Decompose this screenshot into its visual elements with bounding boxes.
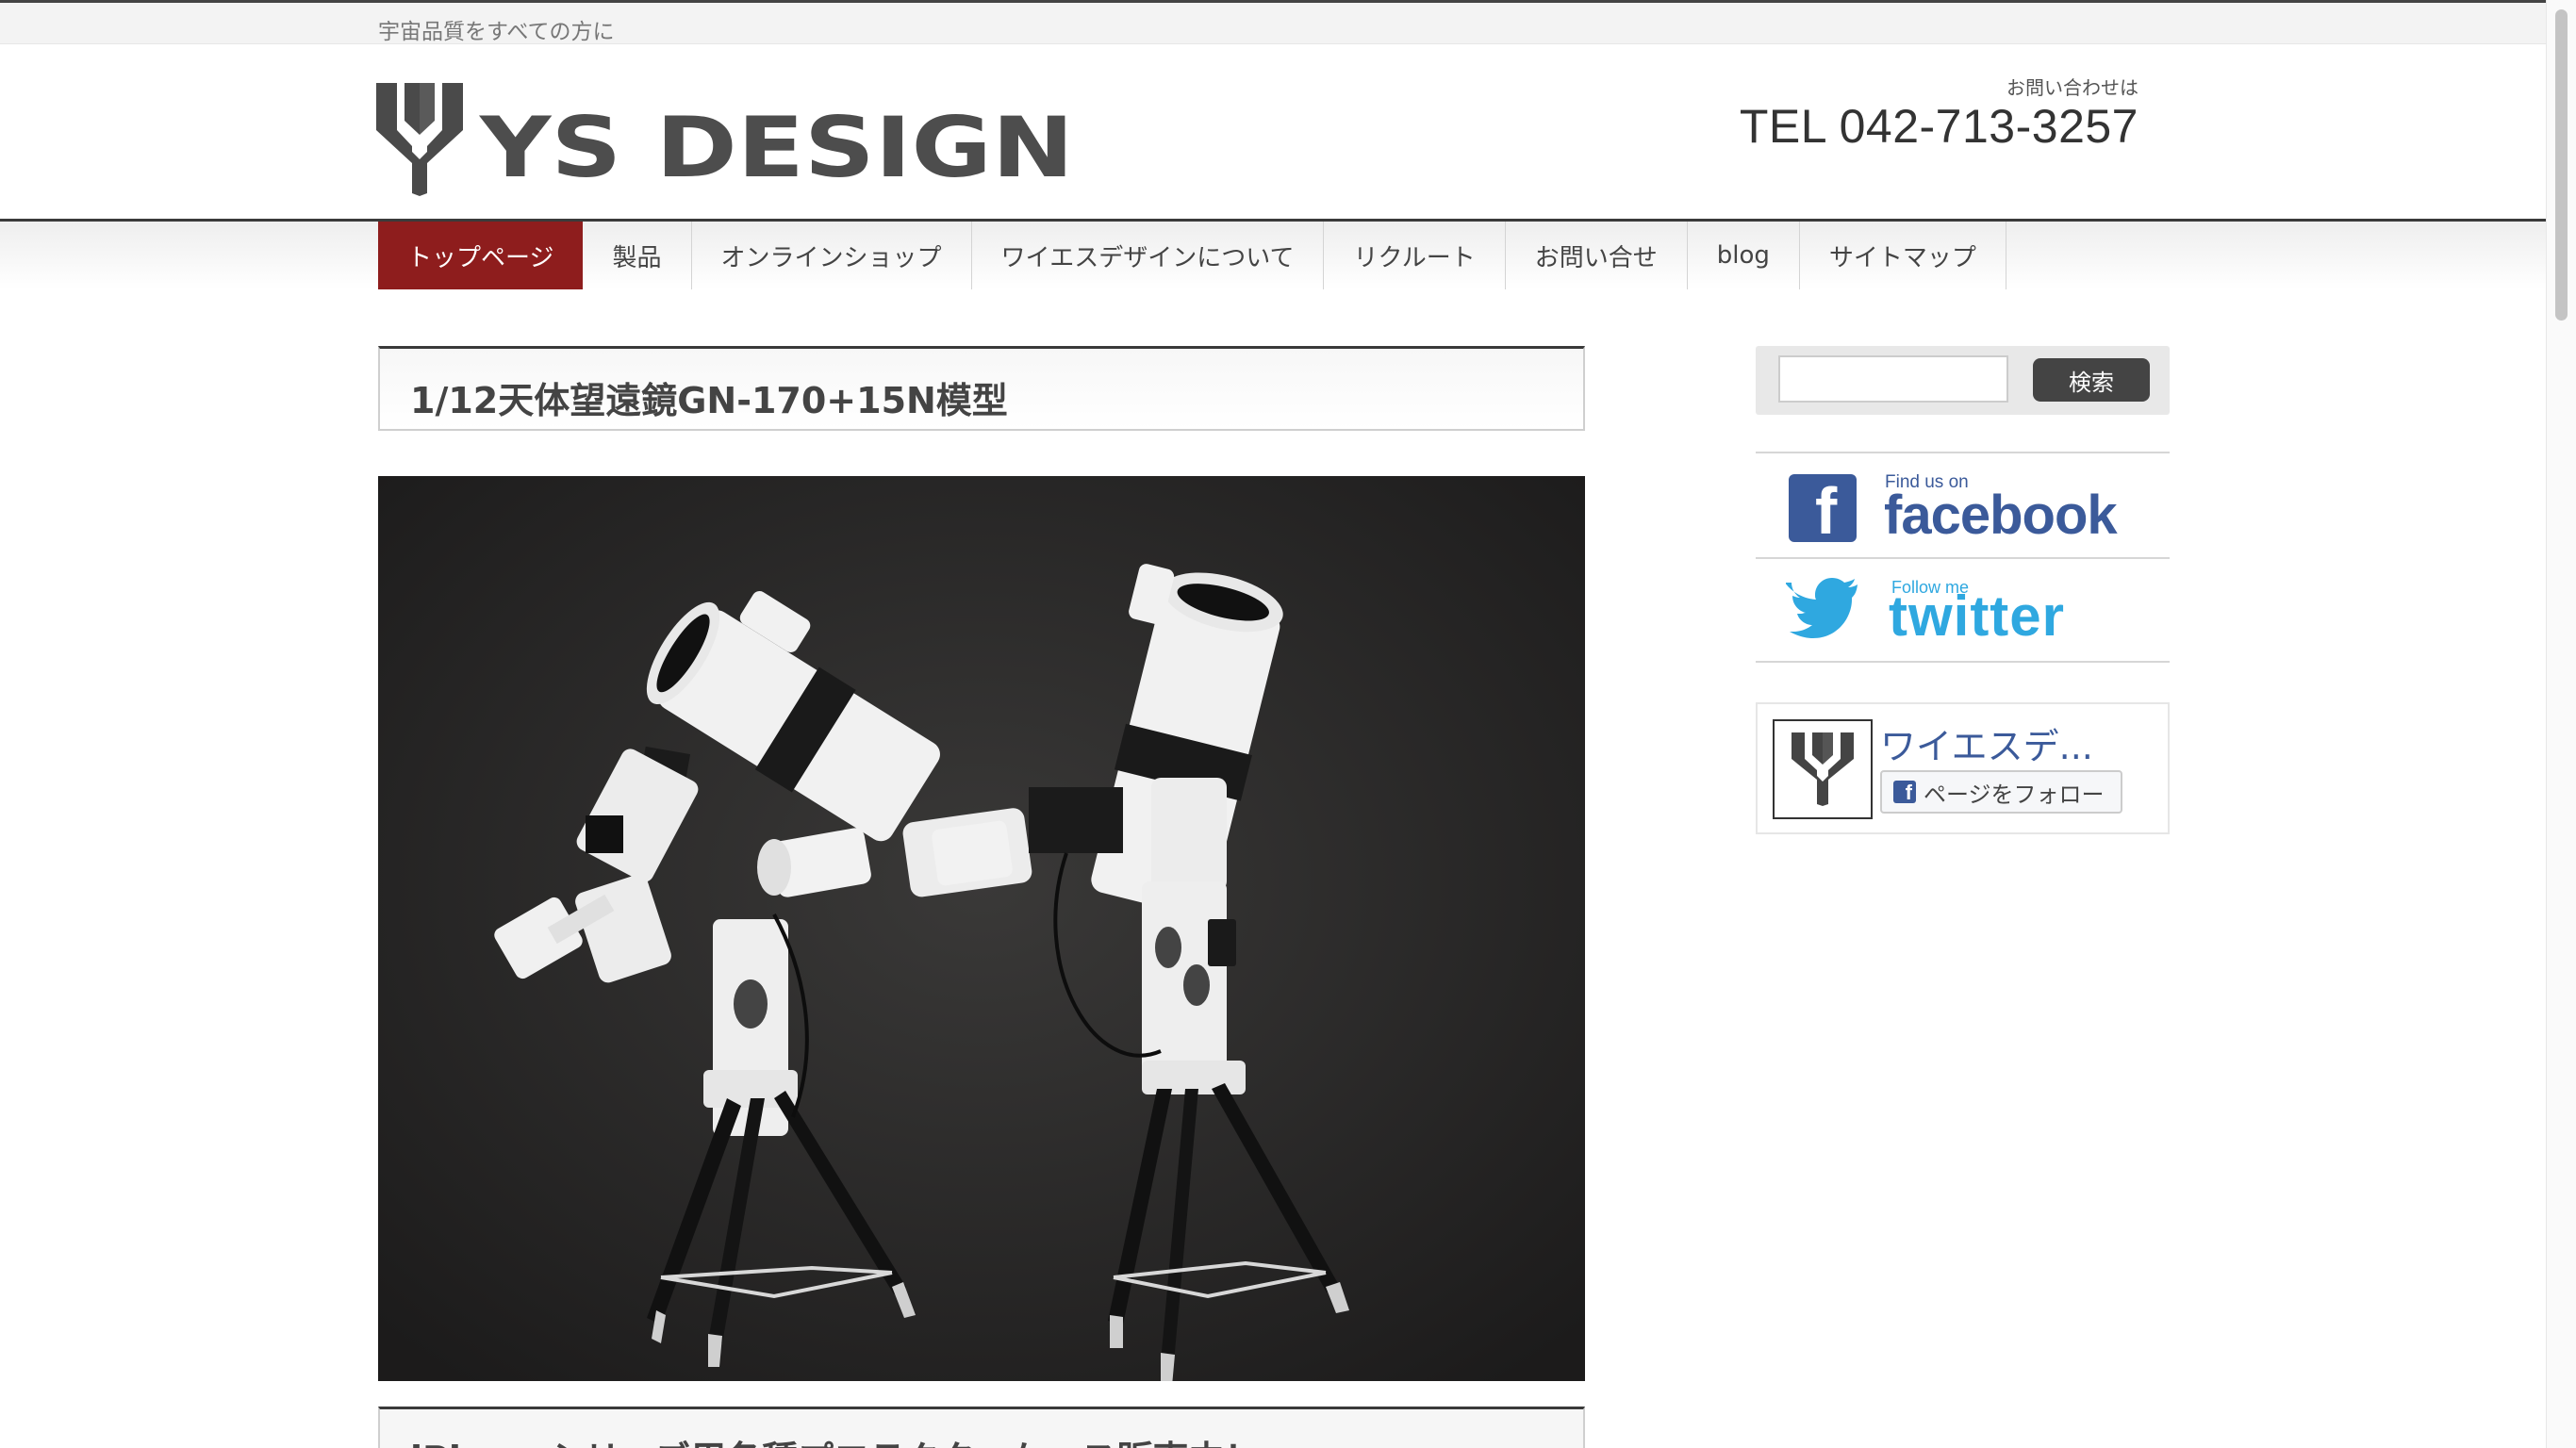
logo-text: YS DESIGN	[479, 99, 1074, 196]
nav-item-products[interactable]: 製品	[583, 222, 692, 289]
search-button[interactable]: 検索	[2033, 358, 2150, 402]
fb-follow-button[interactable]: f ページをフォロー	[1880, 770, 2122, 814]
next-post-title[interactable]: iPhoneシリーズ用各種プロテクターケース販売中！	[410, 1430, 1261, 1448]
facebook-f-icon: f	[1789, 474, 1857, 544]
phone-number[interactable]: TEL 042-713-3257	[1740, 99, 2138, 154]
site-header: YS DESIGN お問い合わせは TEL 042-713-3257	[0, 44, 2546, 222]
facebook-mini-icon: f	[1893, 781, 1916, 803]
site-tagline: 宇宙品質をすべての方に	[378, 20, 615, 44]
nav-item-online-shop[interactable]: オンラインショップ	[692, 222, 972, 289]
nav-item-about[interactable]: ワイエスデザインについて	[972, 222, 1325, 289]
next-post-title-box: iPhoneシリーズ用各種プロテクターケース販売中！	[378, 1407, 1585, 1448]
nav-item-recruit[interactable]: リクルート	[1324, 222, 1506, 289]
facebook-banner[interactable]: f Find us on facebook	[1756, 452, 2170, 557]
main-nav: トップページ 製品 オンラインショップ ワイエスデザインについて リクルート お…	[0, 222, 2546, 289]
post-title[interactable]: 1/12天体望遠鏡GN-170+15N模型	[410, 371, 1008, 423]
search-input[interactable]	[1778, 355, 2008, 403]
nav-item-contact[interactable]: お問い合せ	[1506, 222, 1688, 289]
scrollbar[interactable]	[2546, 0, 2576, 1448]
scrollbar-thumb[interactable]	[2555, 9, 2568, 321]
top-strip: 宇宙品質をすべての方に	[0, 0, 2546, 44]
nav-list: トップページ 製品 オンラインショップ ワイエスデザインについて リクルート お…	[378, 222, 2006, 289]
telescope-photo	[378, 476, 1585, 1381]
twitter-bird-icon	[1786, 578, 1858, 638]
twitter-wordmark: twitter	[1889, 584, 2065, 648]
facebook-page-widget: ワイエスデ... f ページをフォロー	[1756, 702, 2170, 834]
nav-item-blog[interactable]: blog	[1688, 222, 1800, 289]
ys-design-logo[interactable]: YS DESIGN	[376, 78, 1079, 196]
fb-page-name[interactable]: ワイエスデ...	[1880, 717, 2093, 769]
post-image-telescopes[interactable]	[378, 476, 1585, 1381]
facebook-wordmark: facebook	[1884, 485, 2118, 546]
twitter-banner[interactable]: Follow me twitter	[1756, 557, 2170, 663]
ys-logo-icon	[1792, 732, 1854, 806]
post-title-box: 1/12天体望遠鏡GN-170+15N模型	[378, 346, 1585, 431]
nav-item-top[interactable]: トップページ	[378, 222, 584, 289]
contact-caption: お問い合わせは	[2006, 76, 2138, 99]
search-widget: 検索	[1756, 346, 2170, 415]
fb-follow-label: ページをフォロー	[1924, 781, 2105, 808]
nav-item-sitemap[interactable]: サイトマップ	[1800, 222, 2006, 289]
page-avatar[interactable]	[1773, 719, 1873, 819]
